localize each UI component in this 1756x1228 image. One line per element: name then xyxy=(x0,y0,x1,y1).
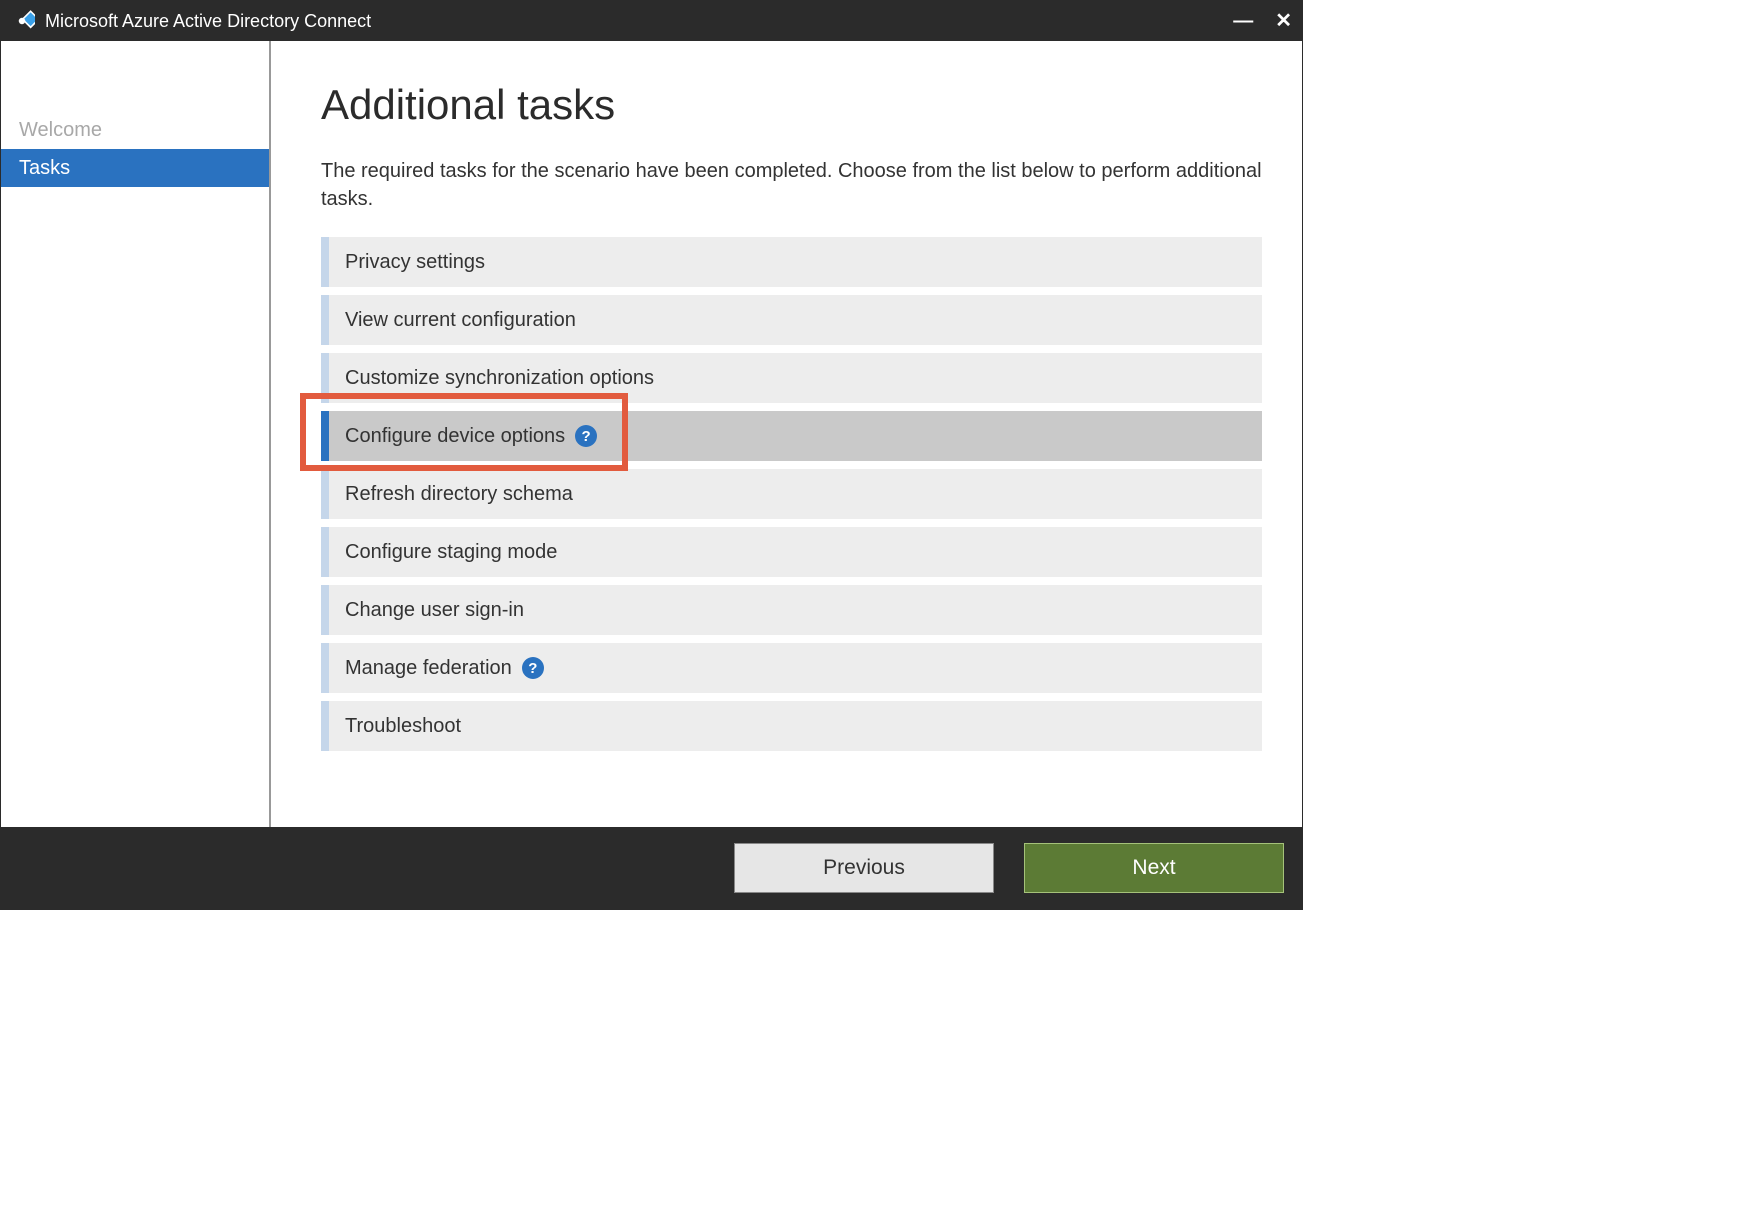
sidebar: Welcome Tasks xyxy=(1,41,271,827)
task-label: Refresh directory schema xyxy=(345,483,573,506)
task-label: Customize synchronization options xyxy=(345,367,654,390)
button-label: Next xyxy=(1132,856,1175,880)
task-refresh-directory-schema[interactable]: Refresh directory schema xyxy=(321,469,1262,519)
azure-ad-connect-icon xyxy=(9,8,35,34)
task-customize-sync-options[interactable]: Customize synchronization options xyxy=(321,353,1262,403)
task-label: Troubleshoot xyxy=(345,715,461,738)
sidebar-item-label: Tasks xyxy=(19,157,70,180)
sidebar-item-tasks[interactable]: Tasks xyxy=(1,149,269,187)
task-view-current-configuration[interactable]: View current configuration xyxy=(321,295,1262,345)
app-window: Microsoft Azure Active Directory Connect… xyxy=(0,0,1303,910)
button-label: Previous xyxy=(823,856,905,880)
task-label: Change user sign-in xyxy=(345,599,524,622)
help-icon[interactable]: ? xyxy=(522,657,544,679)
task-change-user-sign-in[interactable]: Change user sign-in xyxy=(321,585,1262,635)
body-area: Welcome Tasks Additional tasks The requi… xyxy=(1,41,1302,827)
window-controls: — ✕ xyxy=(1233,11,1292,31)
main-content: Additional tasks The required tasks for … xyxy=(271,41,1302,827)
page-title: Additional tasks xyxy=(321,81,1262,129)
sidebar-item-welcome[interactable]: Welcome xyxy=(1,111,269,149)
task-configure-staging-mode[interactable]: Configure staging mode xyxy=(321,527,1262,577)
task-label: View current configuration xyxy=(345,309,576,332)
task-label: Configure device options xyxy=(345,425,565,448)
task-troubleshoot[interactable]: Troubleshoot xyxy=(321,701,1262,751)
close-icon[interactable]: ✕ xyxy=(1275,11,1292,31)
task-label: Manage federation xyxy=(345,657,512,680)
page-description: The required tasks for the scenario have… xyxy=(321,157,1262,213)
next-button[interactable]: Next xyxy=(1024,843,1284,893)
task-configure-device-options[interactable]: Configure device options ? xyxy=(321,411,1262,461)
task-privacy-settings[interactable]: Privacy settings xyxy=(321,237,1262,287)
task-list: Privacy settings View current configurat… xyxy=(321,237,1262,751)
footer: Previous Next xyxy=(1,827,1302,909)
help-icon[interactable]: ? xyxy=(575,425,597,447)
sidebar-item-label: Welcome xyxy=(19,119,102,142)
task-label: Configure staging mode xyxy=(345,541,557,564)
app-title: Microsoft Azure Active Directory Connect xyxy=(45,11,1233,32)
task-manage-federation[interactable]: Manage federation ? xyxy=(321,643,1262,693)
minimize-icon[interactable]: — xyxy=(1233,11,1253,31)
previous-button[interactable]: Previous xyxy=(734,843,994,893)
task-label: Privacy settings xyxy=(345,251,485,274)
titlebar: Microsoft Azure Active Directory Connect… xyxy=(1,1,1302,41)
